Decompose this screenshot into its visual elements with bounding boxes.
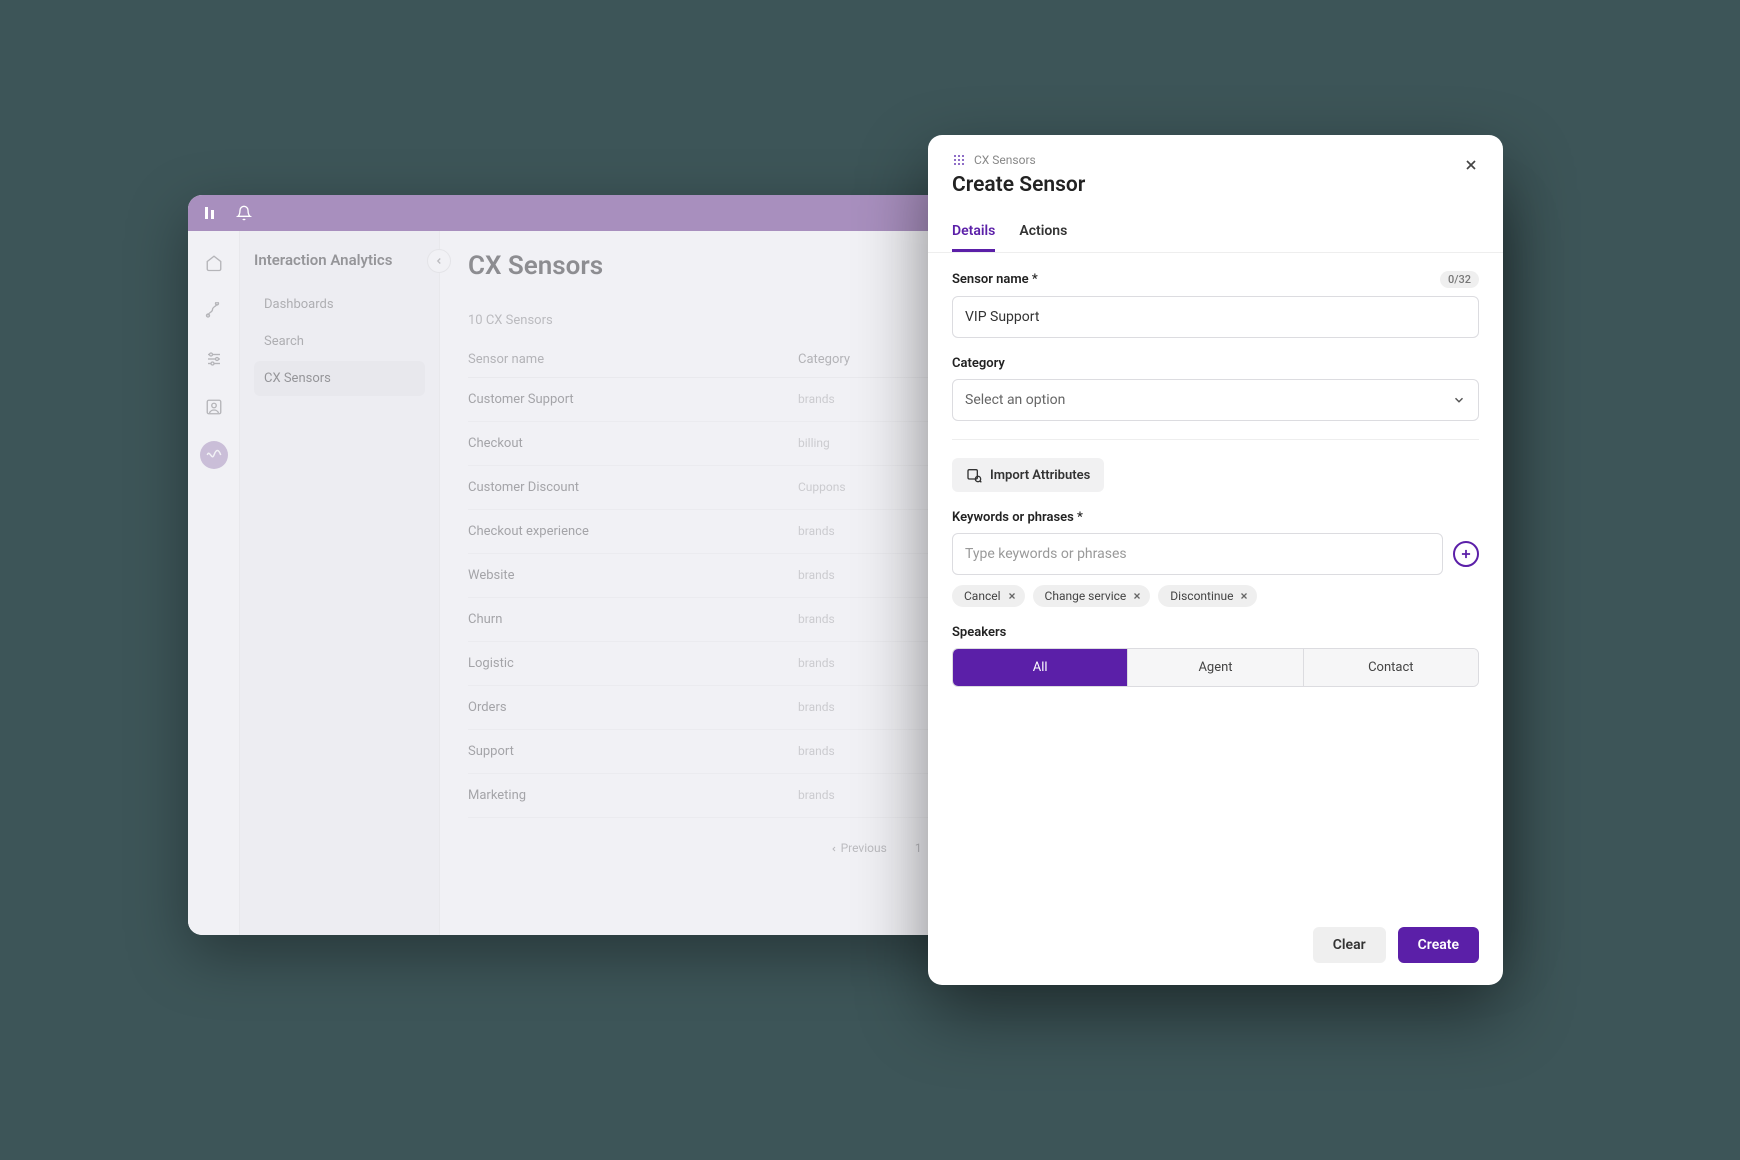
page-1[interactable]: 1 <box>906 836 931 860</box>
add-keyword-icon[interactable] <box>1453 541 1479 567</box>
row-name: Marketing <box>468 788 798 803</box>
keyword-chips: Cancel Change service Discontinue <box>952 585 1479 607</box>
secondary-nav: Interaction Analytics Dashboards Search … <box>240 231 440 935</box>
modal-breadcrumb: CX Sensors <box>952 153 1479 167</box>
clear-button[interactable]: Clear <box>1313 927 1386 963</box>
chevron-down-icon <box>1452 393 1466 407</box>
import-attributes-button[interactable]: Import Attributes <box>952 458 1104 492</box>
close-icon[interactable] <box>1457 151 1485 179</box>
row-name: Website <box>468 568 798 583</box>
keywords-label: Keywords or phrases * <box>952 510 1083 525</box>
speaker-contact[interactable]: Contact <box>1303 649 1478 686</box>
chip-label: Change service <box>1045 589 1127 603</box>
app-logo-icon[interactable] <box>200 203 220 223</box>
chip-label: Discontinue <box>1170 589 1233 603</box>
left-rail <box>188 231 240 935</box>
speaker-agent[interactable]: Agent <box>1127 649 1302 686</box>
create-button[interactable]: Create <box>1398 927 1479 963</box>
speakers-label: Speakers <box>952 625 1006 640</box>
category-label: Category <box>952 356 1005 371</box>
modal-title: Create Sensor <box>952 173 1479 197</box>
row-name: Logistic <box>468 656 798 671</box>
import-icon <box>966 467 982 483</box>
row-name: Support <box>468 744 798 759</box>
keyword-chip: Discontinue <box>1158 585 1257 607</box>
row-name: Customer Support <box>468 392 798 407</box>
modal-body: Sensor name * 0/32 Category Select an op… <box>928 253 1503 913</box>
category-placeholder: Select an option <box>965 392 1065 408</box>
nav-item-dashboards[interactable]: Dashboards <box>254 287 425 322</box>
row-name: Checkout <box>468 436 798 451</box>
keywords-input[interactable] <box>952 533 1443 575</box>
collapse-nav-icon[interactable] <box>427 249 451 273</box>
secondary-nav-title: Interaction Analytics <box>254 251 425 269</box>
divider <box>952 439 1479 440</box>
row-name: Orders <box>468 700 798 715</box>
nav-item-cx-sensors[interactable]: CX Sensors <box>254 361 425 396</box>
create-sensor-modal: CX Sensors Create Sensor Details Actions… <box>928 135 1503 985</box>
nav-item-search[interactable]: Search <box>254 324 425 359</box>
modal-crumb-label: CX Sensors <box>974 153 1036 167</box>
import-label: Import Attributes <box>990 468 1090 483</box>
keyword-chip: Cancel <box>952 585 1025 607</box>
tab-actions[interactable]: Actions <box>1019 215 1067 252</box>
notifications-icon[interactable] <box>236 205 252 221</box>
rail-settings-icon[interactable] <box>200 345 228 373</box>
rail-home-icon[interactable] <box>200 249 228 277</box>
modal-tabs: Details Actions <box>928 209 1503 253</box>
row-name: Checkout experience <box>468 524 798 539</box>
chip-remove-icon[interactable] <box>1007 591 1017 601</box>
modal-footer: Clear Create <box>928 913 1503 985</box>
rail-analytics-icon[interactable] <box>200 441 228 469</box>
tab-details[interactable]: Details <box>952 215 995 252</box>
chip-remove-icon[interactable] <box>1239 591 1249 601</box>
chip-remove-icon[interactable] <box>1132 591 1142 601</box>
row-name: Customer Discount <box>468 480 798 495</box>
rail-journey-icon[interactable] <box>200 297 228 325</box>
modal-head: CX Sensors Create Sensor <box>928 135 1503 209</box>
page-prev[interactable]: Previous <box>821 836 896 860</box>
keyword-chip: Change service <box>1033 585 1151 607</box>
chip-label: Cancel <box>964 589 1001 603</box>
sensors-grid-icon <box>952 153 966 167</box>
row-name: Churn <box>468 612 798 627</box>
speaker-all[interactable]: All <box>953 649 1127 686</box>
category-select[interactable]: Select an option <box>952 379 1479 421</box>
rail-profile-icon[interactable] <box>200 393 228 421</box>
sensor-name-input[interactable] <box>952 296 1479 338</box>
col-header-name: Sensor name <box>468 352 798 367</box>
speakers-segmented: All Agent Contact <box>952 648 1479 687</box>
sensor-name-counter: 0/32 <box>1440 271 1479 288</box>
sensor-name-label: Sensor name * <box>952 272 1038 287</box>
